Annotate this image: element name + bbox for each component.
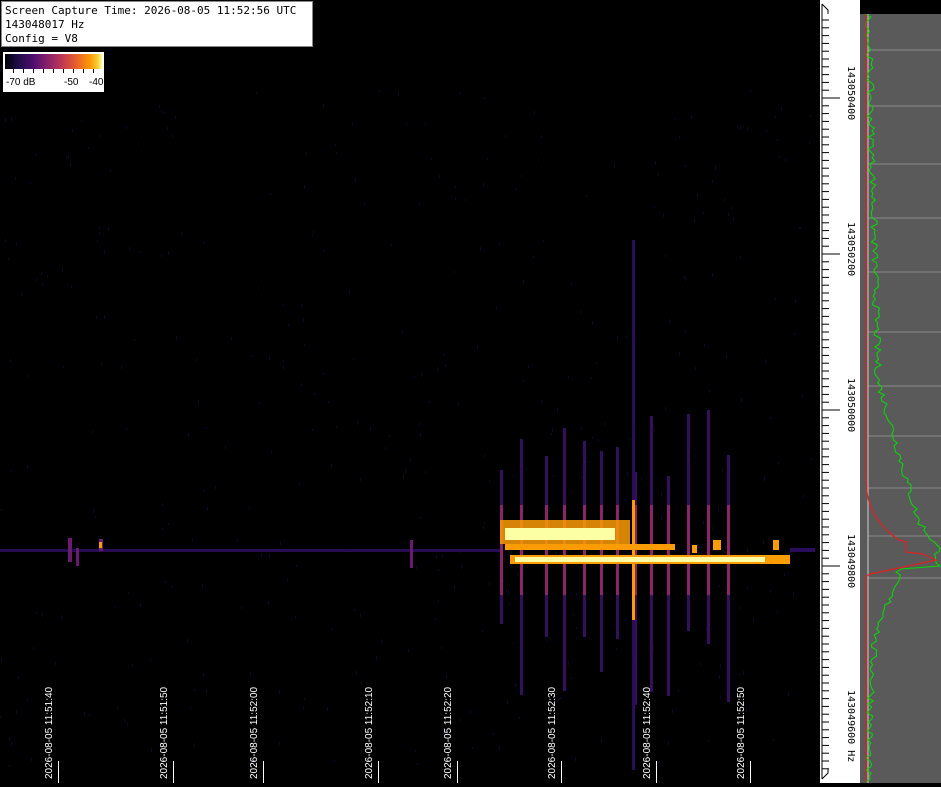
legend-tick (33, 69, 34, 73)
frequency-axis: 143050400 143050200 143050000 143049800 1430… (820, 0, 860, 783)
waterfall-canvas (0, 90, 815, 770)
spectrum-trace (864, 13, 941, 783)
signal-burst (773, 540, 779, 550)
signal-burst (713, 540, 721, 550)
time-axis-tick (750, 761, 751, 783)
frequency-axis-bracket (821, 3, 829, 14)
legend-tick (53, 69, 54, 73)
frequency-axis-label: 143050200 (845, 222, 856, 276)
frequency-axis-scale: 143050400 143050200 143050000 143049800 1430… (821, 3, 856, 780)
time-axis-tick (656, 761, 657, 783)
time-axis-tick (58, 761, 59, 783)
frequency-axis-label: 143049600 Hz (845, 690, 856, 762)
capture-time-text: Screen Capture Time: 2026-08-05 11:52:56… (5, 4, 297, 17)
spectrum-plot (864, 13, 941, 783)
carrier-trace (790, 548, 815, 552)
pulse-streak (687, 505, 690, 595)
carrier-trace (0, 549, 500, 552)
time-axis-label: 2026-08-05 11:51:50 (159, 686, 170, 779)
time-axis-tick (173, 761, 174, 783)
color-scale-bar (5, 54, 102, 69)
signal-burst (410, 540, 413, 568)
waterfall-display[interactable]: Screen Capture Time: 2026-08-05 11:52:56… (0, 0, 820, 783)
signal-burst (692, 545, 697, 553)
legend-label-mid: -50 (64, 77, 79, 88)
legend-tick (63, 69, 64, 73)
legend-tick (73, 69, 74, 73)
color-scale-legend: -70 dB -50 -40 (3, 52, 104, 92)
signal-burst (99, 542, 102, 548)
legend-tick (43, 69, 44, 73)
signal-band (505, 544, 675, 550)
time-axis-label: 2026-08-05 11:52:10 (364, 686, 375, 779)
time-axis-label: 2026-08-05 11:51:40 (44, 686, 55, 779)
signal-burst (76, 548, 79, 566)
time-axis-tick (378, 761, 379, 783)
spectrum-peak-trace (865, 14, 938, 782)
capture-info-box: Screen Capture Time: 2026-08-05 11:52:56… (1, 1, 313, 47)
legend-tick (93, 69, 94, 73)
time-axis-tick (457, 761, 458, 783)
frequency-axis-label: 143049800 (845, 534, 856, 588)
legend-label-min: -70 dB (6, 77, 36, 88)
time-axis-tick (263, 761, 264, 783)
spectrum-panel (860, 0, 941, 783)
signal-band (505, 528, 615, 540)
signal-band (515, 557, 765, 562)
time-axis-label: 2026-08-05 11:52:50 (736, 686, 747, 779)
time-axis-label: 2026-08-05 11:52:40 (642, 686, 653, 779)
frequency-axis-bracket (821, 769, 829, 780)
time-axis-label: 2026-08-05 11:52:00 (249, 686, 260, 779)
pulse-streak (707, 505, 710, 595)
frequency-axis-label: 143050400 (845, 66, 856, 120)
legend-label-max: -40 (89, 77, 104, 88)
pulse-streak (727, 505, 730, 595)
signal-burst (68, 538, 72, 562)
legend-tick (23, 69, 24, 73)
legend-tick (13, 69, 14, 73)
legend-tick (83, 69, 84, 73)
time-axis-label: 2026-08-05 11:52:30 (547, 686, 558, 779)
frequency-text: 143048017 Hz (5, 18, 85, 31)
config-text: Config = V8 (5, 32, 78, 45)
time-axis-tick (561, 761, 562, 783)
frequency-axis-label: 143050000 (845, 378, 856, 432)
pulse-streak (500, 505, 503, 595)
time-axis-label: 2026-08-05 11:52:20 (443, 686, 454, 779)
